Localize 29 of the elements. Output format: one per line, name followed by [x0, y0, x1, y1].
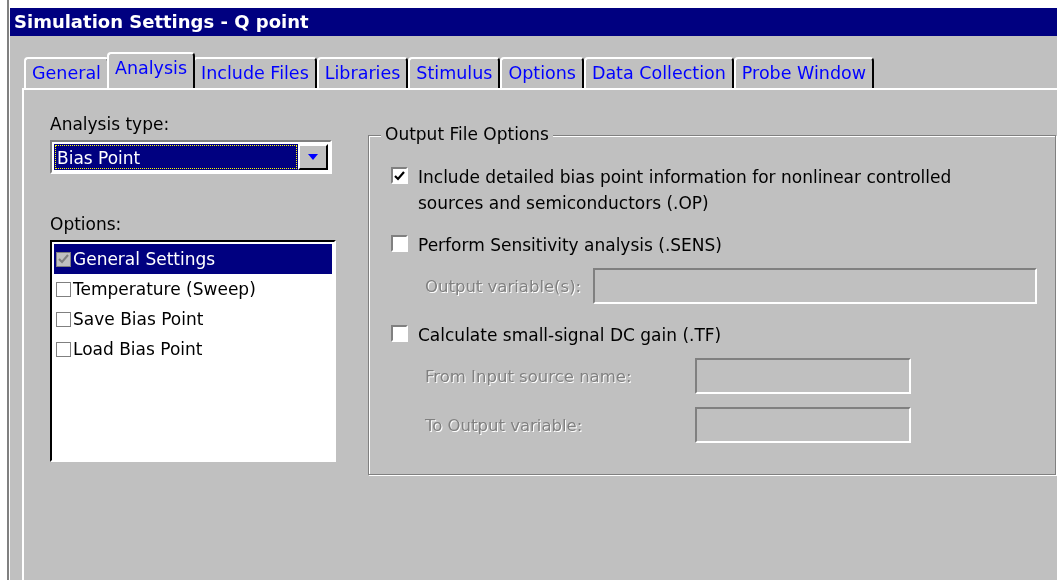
checkbox[interactable] — [56, 341, 71, 357]
tab[interactable]: General — [24, 57, 109, 88]
checkbox-label: Calculate small-signal DC gain (.TF) — [418, 324, 722, 347]
checkbox[interactable] — [391, 167, 408, 184]
field-label: To Output variable: — [425, 415, 584, 435]
list-item[interactable]: Save Bias Point — [54, 304, 332, 334]
tab[interactable]: Probe Window — [733, 57, 875, 88]
checkbox[interactable] — [56, 311, 71, 327]
group-title: Output File Options — [381, 124, 553, 144]
checkbox-label: Perform Sensitivity analysis (.SENS) — [418, 234, 722, 257]
checkbox[interactable] — [391, 235, 408, 252]
dropdown-value: Bias Point — [54, 144, 298, 170]
list-item[interactable]: Temperature (Sweep) — [54, 274, 332, 304]
field-label: Output variable(s): — [425, 276, 582, 296]
tab[interactable]: Analysis — [106, 52, 196, 88]
tab[interactable]: Options — [500, 57, 584, 88]
tab[interactable]: Stimulus — [408, 57, 501, 88]
tab[interactable]: Data Collection — [583, 57, 734, 88]
checkbox[interactable] — [56, 281, 71, 297]
field-label: Options: — [50, 214, 123, 234]
tab[interactable]: Libraries — [316, 57, 409, 88]
checkbox[interactable] — [391, 325, 408, 342]
tab[interactable]: Include Files — [193, 57, 317, 88]
checkbox-label: Include detailed bias point information for nonlinear controlled sources and semiconductors (.OP) — [418, 166, 953, 215]
list-item[interactable]: Load Bias Point — [54, 334, 332, 364]
window-title: Simulation Settings - Q point — [10, 8, 1057, 36]
analysis-type-dropdown[interactable]: Bias Point — [50, 140, 332, 174]
field-label: From Input source name: — [425, 366, 633, 386]
field-label: Analysis type: — [50, 114, 171, 134]
